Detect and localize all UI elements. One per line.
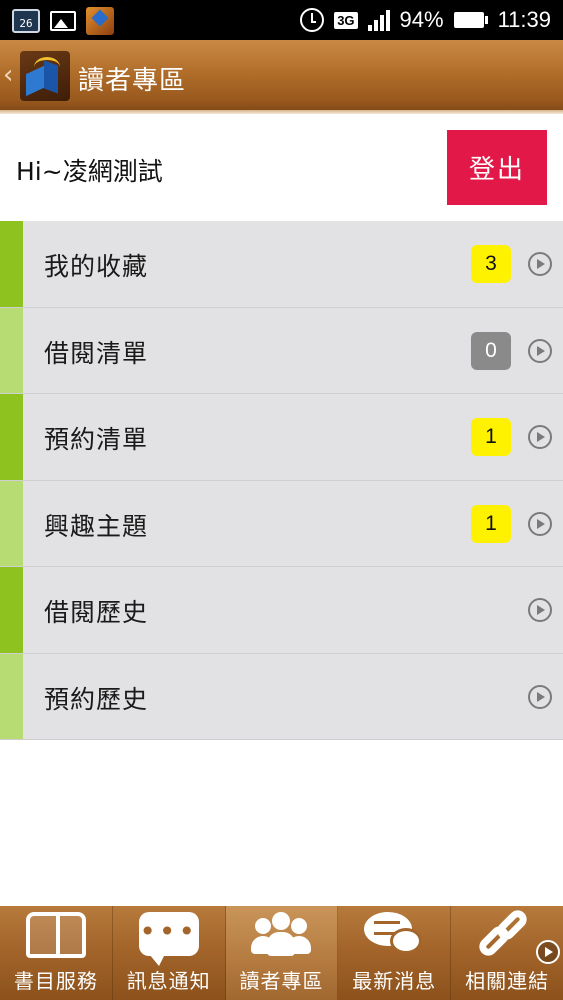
link-icon	[475, 906, 535, 960]
nav-label: 最新消息	[352, 969, 437, 993]
menu-item-reservation-history[interactable]: 預約歷史	[0, 653, 563, 740]
nav-label: 相關連結	[465, 969, 550, 993]
menu-item-borrow-history[interactable]: 借閱歷史	[0, 567, 563, 654]
accent-bar	[0, 394, 23, 480]
accent-bar	[0, 653, 23, 739]
menu-item-label: 借閱清單	[44, 338, 149, 368]
notification-icons: 26	[12, 7, 114, 35]
arrow-right-circle-icon[interactable]	[528, 684, 552, 709]
menu-item-favorites[interactable]: 我的收藏 3	[0, 221, 563, 308]
menu-item-label: 借閱歷史	[44, 598, 149, 627]
user-info-row: Hi~凌網測試 登出	[0, 114, 563, 221]
arrow-right-circle-icon[interactable]	[528, 252, 552, 276]
chat-icon	[138, 912, 199, 966]
count-badge: 3	[471, 245, 511, 283]
people-icon	[250, 912, 312, 960]
accent-bar	[0, 567, 23, 653]
reader-menu-list: 我的收藏 3 借閱清單 0 預約清單 1 興趣主題 1 借閱歷史 預約歷史	[0, 221, 563, 740]
app-header: ‹ 讀者專區	[0, 40, 563, 114]
chevron-left-icon[interactable]: ‹	[3, 62, 13, 88]
battery-percent: 94%	[399, 7, 444, 32]
app-notification-icon	[86, 7, 114, 35]
count-badge: 0	[471, 331, 511, 370]
network-type: 3G	[334, 11, 358, 29]
accent-bar	[0, 307, 23, 393]
nav-label: 讀者專區	[239, 969, 324, 993]
app-logo[interactable]	[20, 51, 70, 101]
nav-item-links[interactable]: 相關連結	[451, 906, 563, 1000]
accent-bar	[0, 221, 23, 307]
menu-item-borrow-list[interactable]: 借閱清單 0	[0, 307, 563, 394]
user-greeting: Hi~凌網測試	[16, 157, 163, 186]
clock: 11:39	[497, 7, 551, 32]
gallery-icon	[50, 11, 76, 31]
menu-item-interest-topics[interactable]: 興趣主題 1	[0, 480, 563, 567]
menu-item-label: 預約歷史	[44, 684, 149, 714]
count-badge: 1	[471, 418, 511, 456]
nav-item-news[interactable]: 最新消息	[338, 906, 452, 1000]
signal-icon	[367, 9, 390, 31]
battery-icon	[453, 12, 488, 28]
menu-item-label: 預約清單	[44, 425, 149, 454]
nav-label: 書目服務	[13, 969, 98, 993]
news-icon	[364, 912, 424, 958]
accent-bar	[0, 480, 23, 566]
nav-item-catalog[interactable]: 書目服務	[0, 906, 113, 1000]
menu-item-label: 興趣主題	[44, 511, 149, 541]
nav-item-notifications[interactable]: 訊息通知	[113, 906, 226, 1000]
arrow-right-circle-icon[interactable]	[528, 338, 552, 363]
calendar-date: 26	[19, 17, 33, 30]
arrow-right-circle-icon[interactable]	[528, 598, 552, 622]
logout-button[interactable]: 登出	[447, 130, 547, 205]
menu-item-reservation-list[interactable]: 預約清單 1	[0, 394, 563, 481]
bottom-navigation: 書目服務 訊息通知 讀者專區 最新消息 相關連結	[0, 906, 563, 1000]
status-bar: 26 3G 94% 11:39	[0, 0, 563, 40]
menu-item-label: 我的收藏	[44, 252, 149, 281]
book-icon	[25, 912, 86, 958]
system-icons: 3G 94% 11:39	[300, 6, 551, 34]
arrow-right-circle-icon[interactable]	[528, 425, 552, 449]
nav-label: 訊息通知	[126, 969, 211, 993]
calendar-icon: 26	[12, 9, 40, 33]
alarm-icon	[300, 8, 325, 32]
arrow-right-circle-icon[interactable]	[528, 511, 552, 536]
more-arrow-icon[interactable]	[535, 940, 560, 964]
nav-item-reader-zone[interactable]: 讀者專區	[225, 906, 339, 1000]
count-badge: 1	[471, 504, 511, 543]
page-title: 讀者專區	[78, 66, 187, 96]
